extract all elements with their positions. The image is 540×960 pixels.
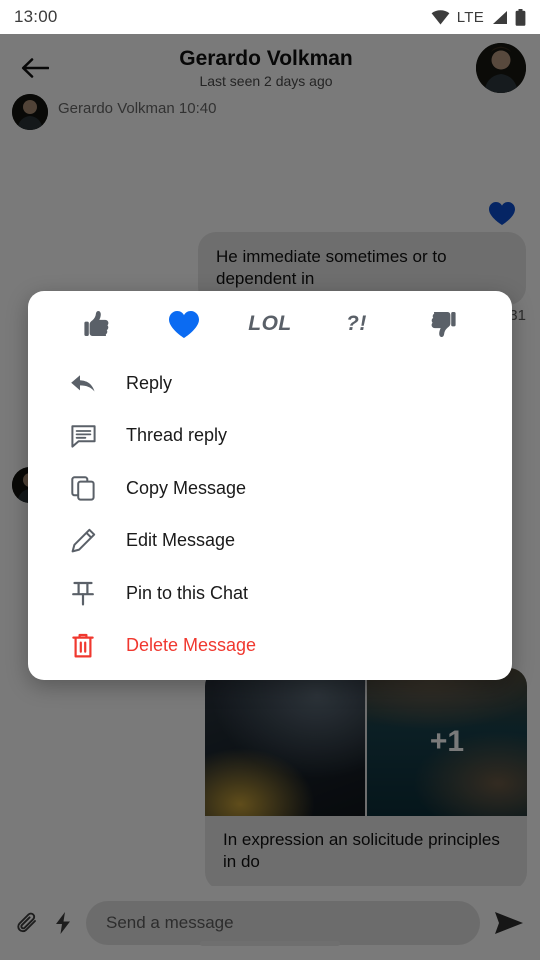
status-time: 13:00 bbox=[14, 7, 58, 26]
pencil-icon bbox=[68, 528, 98, 553]
battery-icon bbox=[515, 8, 526, 26]
thumbs-down-icon bbox=[431, 312, 456, 337]
message-context-menu: LOL ?! Reply Thread reply Copy Message E… bbox=[28, 291, 512, 680]
wifi-icon bbox=[431, 9, 450, 24]
reaction-thumbs-up[interactable] bbox=[54, 291, 140, 357]
reply-arrow-icon bbox=[68, 372, 98, 394]
menu-item-delete-message[interactable]: Delete Message bbox=[28, 620, 512, 673]
menu-item-edit-message[interactable]: Edit Message bbox=[28, 515, 512, 568]
menu-item-reply[interactable]: Reply bbox=[28, 357, 512, 410]
reaction-heart[interactable] bbox=[140, 291, 226, 357]
reaction-wow-label: ?! bbox=[346, 312, 367, 335]
pin-icon bbox=[68, 581, 98, 606]
network-label: LTE bbox=[456, 8, 484, 26]
status-bar: 13:00 LTE bbox=[0, 0, 540, 34]
thread-bubble-icon bbox=[68, 424, 98, 448]
status-icons: LTE bbox=[431, 8, 526, 26]
heart-icon bbox=[168, 310, 199, 338]
trash-icon bbox=[68, 633, 98, 659]
menu-item-thread-reply[interactable]: Thread reply bbox=[28, 410, 512, 463]
copy-icon bbox=[68, 476, 98, 501]
home-indicator bbox=[200, 941, 340, 946]
reaction-lol[interactable]: LOL bbox=[227, 291, 313, 357]
menu-item-pin-to-chat[interactable]: Pin to this Chat bbox=[28, 567, 512, 620]
chat-screen: 13:00 LTE G bbox=[0, 0, 540, 960]
menu-item-label: Thread reply bbox=[126, 425, 228, 446]
reaction-lol-label: LOL bbox=[248, 312, 292, 335]
menu-item-label: Copy Message bbox=[126, 477, 247, 498]
menu-item-label: Delete Message bbox=[126, 635, 257, 656]
thumbs-up-icon bbox=[84, 311, 109, 336]
reaction-thumbs-down[interactable] bbox=[400, 291, 486, 357]
menu-item-copy-message[interactable]: Copy Message bbox=[28, 462, 512, 515]
menu-item-label: Reply bbox=[126, 372, 173, 393]
reaction-wow[interactable]: ?! bbox=[313, 291, 399, 357]
menu-item-label: Edit Message bbox=[126, 530, 236, 551]
signal-icon bbox=[493, 10, 507, 24]
reaction-picker: LOL ?! bbox=[28, 291, 512, 357]
menu-item-label: Pin to this Chat bbox=[126, 582, 249, 603]
